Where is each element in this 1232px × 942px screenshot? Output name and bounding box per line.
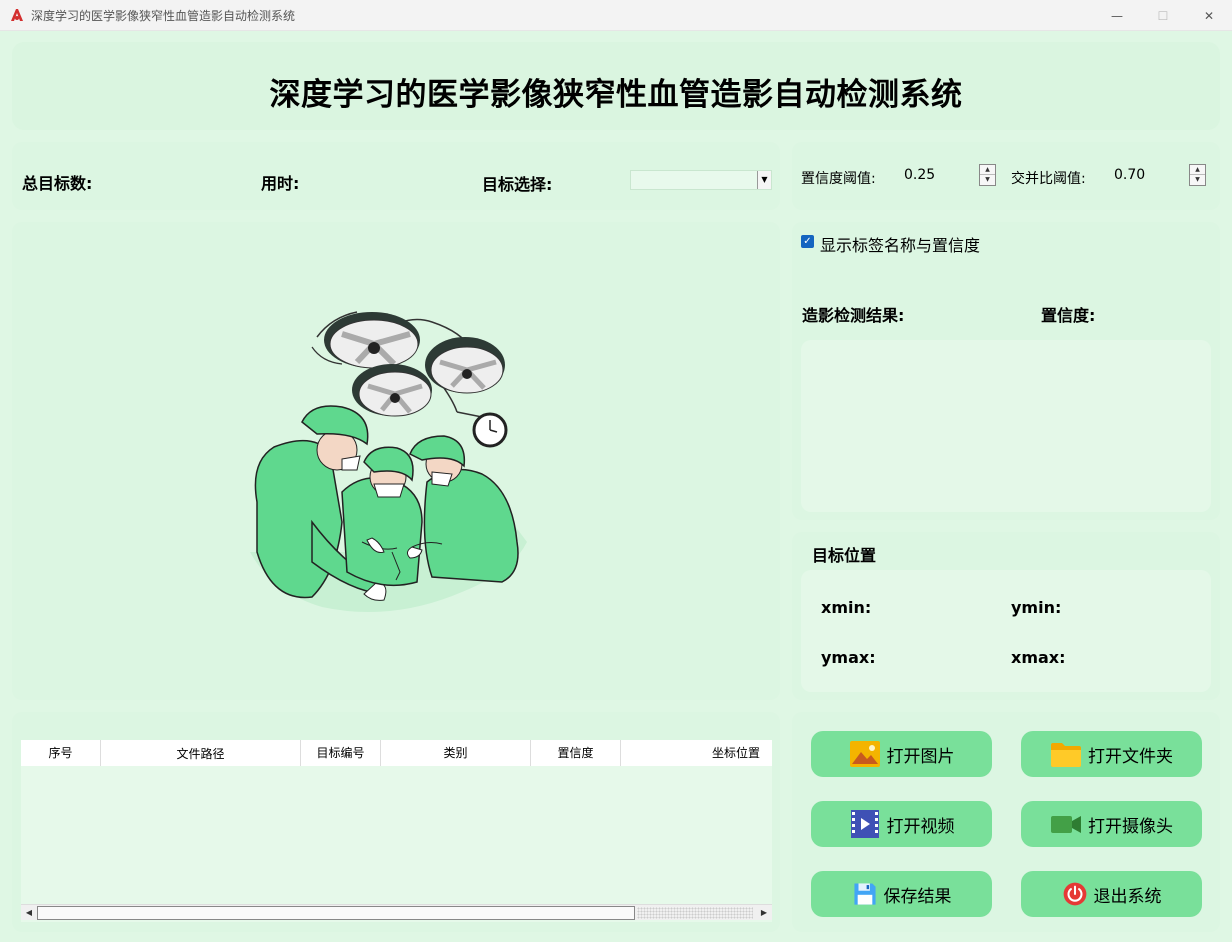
- save-icon: [853, 883, 876, 905]
- spin-down-icon[interactable]: ▼: [980, 175, 995, 185]
- header-panel: 深度学习的医学影像狭窄性血管造影自动检测系统: [12, 42, 1220, 130]
- app-logo-icon: [11, 9, 23, 21]
- open-video-button[interactable]: 打开视频: [811, 801, 992, 847]
- time-label: 用时:: [261, 174, 300, 193]
- open-camera-button[interactable]: 打开摄像头: [1021, 801, 1202, 847]
- spin-up-icon[interactable]: ▲: [980, 165, 995, 175]
- confidence-threshold-label: 置信度阈值:: [801, 171, 876, 187]
- iou-threshold-value[interactable]: 0.70: [1114, 167, 1145, 183]
- open-camera-label: 打开摄像头: [1088, 816, 1173, 837]
- ymax-label: ymax:: [821, 648, 876, 667]
- save-results-button[interactable]: 保存结果: [811, 871, 992, 917]
- exit-system-button[interactable]: 退出系统: [1021, 871, 1202, 917]
- image-icon: [849, 741, 880, 767]
- target-select-label: 目标选择:: [482, 175, 553, 194]
- spin-buttons: ▲ ▼: [1189, 164, 1206, 186]
- confidence-threshold-value[interactable]: 0.25: [904, 167, 935, 183]
- scrollbar-track[interactable]: [637, 907, 753, 919]
- column-header-file-path[interactable]: 文件路径: [101, 740, 301, 766]
- target-position-title: 目标位置: [812, 546, 877, 565]
- xmax-label: xmax:: [1011, 648, 1066, 667]
- window-title: 深度学习的医学影像狭窄性血管造影自动检测系统: [31, 9, 296, 23]
- target-select-dropdown[interactable]: ▼: [630, 170, 772, 190]
- spin-down-icon[interactable]: ▼: [1190, 175, 1205, 185]
- show-labels-checkbox-label[interactable]: 显示标签名称与置信度: [820, 232, 980, 256]
- results-table[interactable]: 序号 文件路径 目标编号 类别 置信度 坐标位置 ◀ ▶: [21, 740, 772, 922]
- column-header-target-id[interactable]: 目标编号: [301, 740, 381, 766]
- page-title: 深度学习的医学影像狭窄性血管造影自动检测系统: [269, 77, 963, 113]
- confidence-result-label: 置信度:: [1041, 306, 1096, 325]
- horizontal-scrollbar[interactable]: ◀ ▶: [21, 904, 772, 920]
- open-folder-button[interactable]: 打开文件夹: [1021, 731, 1202, 777]
- column-header-index[interactable]: 序号: [21, 740, 101, 766]
- chevron-down-icon[interactable]: ▼: [757, 171, 771, 189]
- open-image-button[interactable]: 打开图片: [811, 731, 992, 777]
- confidence-threshold-spinbox[interactable]: 0.25 ▲ ▼: [900, 164, 996, 186]
- spin-up-icon[interactable]: ▲: [1190, 165, 1205, 175]
- open-folder-label: 打开文件夹: [1088, 746, 1173, 767]
- total-targets-label: 总目标数:: [22, 174, 93, 193]
- table-header: 序号 文件路径 目标编号 类别 置信度 坐标位置: [21, 740, 772, 766]
- open-image-label: 打开图片: [886, 746, 955, 767]
- scroll-left-icon[interactable]: ◀: [22, 906, 36, 920]
- results-table-panel: 序号 文件路径 目标编号 类别 置信度 坐标位置 ◀ ▶: [12, 712, 780, 932]
- ymin-label: ymin:: [1011, 598, 1062, 617]
- exit-system-label: 退出系统: [1093, 886, 1162, 907]
- show-labels-checkbox[interactable]: ✓: [801, 235, 814, 248]
- position-values-box: xmin: ymin: ymax: xmax:: [801, 570, 1211, 692]
- stats-panel: 总目标数: 用时: 目标选择: ▼: [12, 142, 780, 210]
- detection-result-label: 造影检测结果:: [802, 306, 905, 325]
- actions-panel: 打开图片 打开文件夹 打开视频 打开摄像头 保存结果 退出系统: [792, 712, 1220, 932]
- results-panel: ✓ 显示标签名称与置信度 造影检测结果: 置信度:: [792, 222, 1220, 520]
- spin-buttons: ▲ ▼: [979, 164, 996, 186]
- save-results-label: 保存结果: [883, 886, 952, 907]
- target-position-panel: 目标位置 xmin: ymin: ymax: xmax:: [792, 532, 1220, 700]
- surgery-illustration: [250, 311, 527, 612]
- column-header-category[interactable]: 类别: [381, 740, 531, 766]
- image-display-panel: [12, 222, 780, 700]
- column-header-coordinates[interactable]: 坐标位置: [621, 740, 772, 766]
- iou-threshold-label: 交并比阈值:: [1011, 171, 1086, 187]
- video-icon: [850, 810, 879, 838]
- window-titlebar: 深度学习的医学影像狭窄性血管造影自动检测系统 — ☐ ✕: [0, 0, 1232, 31]
- iou-threshold-spinbox[interactable]: 0.70 ▲ ▼: [1110, 164, 1206, 186]
- minimize-button[interactable]: —: [1094, 0, 1140, 31]
- xmin-label: xmin:: [821, 598, 872, 617]
- scrollbar-thumb[interactable]: [37, 906, 635, 920]
- result-display-area: [801, 340, 1211, 512]
- column-header-confidence[interactable]: 置信度: [531, 740, 621, 766]
- open-video-label: 打开视频: [886, 816, 955, 837]
- power-icon: [1063, 882, 1086, 906]
- params-panel: 置信度阈值: 0.25 ▲ ▼ 交并比阈值: 0.70 ▲ ▼: [792, 142, 1220, 210]
- folder-icon: [1051, 743, 1081, 767]
- camera-icon: [1051, 816, 1081, 833]
- close-button[interactable]: ✕: [1186, 0, 1232, 31]
- maximize-button[interactable]: ☐: [1140, 0, 1186, 31]
- scroll-right-icon[interactable]: ▶: [757, 906, 771, 920]
